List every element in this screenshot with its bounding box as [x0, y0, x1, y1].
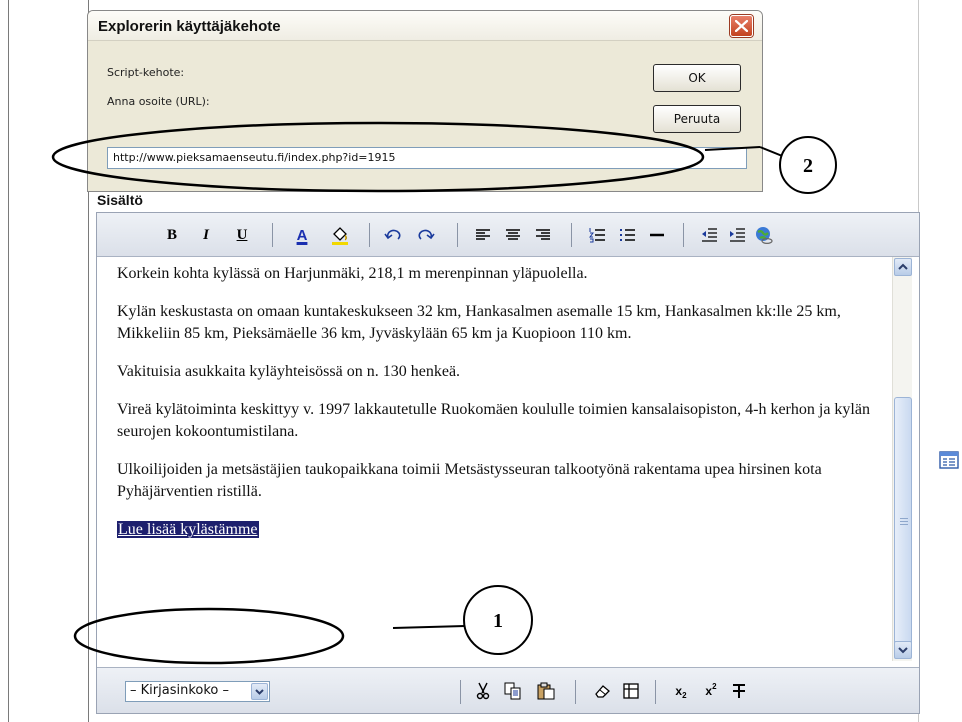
align-center-icon: [506, 229, 520, 240]
horizontal-rule-button[interactable]: [647, 225, 667, 245]
chevron-down-icon: [898, 647, 908, 654]
url-prompt-dialog: Explorerin käyttäjäkehote Script-kehote:…: [87, 10, 763, 192]
remove-format-button[interactable]: [593, 681, 613, 701]
subscript-button[interactable]: x2: [671, 681, 691, 701]
callout-2-label: 2: [803, 155, 813, 177]
redo-button[interactable]: [415, 225, 437, 245]
toolbar-separator: [655, 680, 656, 704]
superscript-button[interactable]: x2: [701, 681, 721, 701]
toolbar-separator: [457, 223, 458, 247]
toolbar-separator: [369, 223, 370, 247]
paragraph: Vireä kylätoiminta keskittyy v. 1997 lak…: [117, 401, 870, 440]
subscript-label: x: [675, 684, 683, 698]
insert-table-button[interactable]: [621, 681, 641, 701]
undo-icon: [384, 229, 401, 240]
indent-icon: [730, 228, 745, 242]
cut-button[interactable]: [473, 681, 493, 701]
underline-button[interactable]: U: [233, 225, 251, 245]
indent-button[interactable]: [727, 225, 747, 245]
subscript-index: 2: [682, 690, 687, 700]
toolbar-separator: [571, 223, 572, 247]
redo-icon: [418, 229, 435, 240]
scissors-icon: [476, 682, 490, 700]
formatting-toolbar: B I U A: [97, 213, 919, 257]
numbered-list-icon: [589, 228, 605, 243]
strikethrough-icon: [733, 684, 745, 698]
paragraph: Vakituisia asukkaita kyläyhteisössä on n…: [117, 363, 461, 380]
paint-bucket-icon: [332, 227, 348, 245]
font-size-select[interactable]: – Kirjasinkoko –: [125, 681, 270, 702]
paste-icon: [537, 682, 555, 700]
scroll-thumb[interactable]: [894, 397, 912, 647]
toolbar-separator: [575, 680, 576, 704]
dialog-titlebar[interactable]: Explorerin käyttäjäkehote: [88, 11, 762, 41]
insert-link-button[interactable]: [753, 225, 775, 245]
italic-button[interactable]: I: [197, 225, 215, 245]
scroll-up-button[interactable]: [894, 258, 912, 276]
bold-button[interactable]: B: [163, 225, 181, 245]
copy-icon: [504, 682, 521, 700]
bullet-list-button[interactable]: [617, 225, 637, 245]
paste-button[interactable]: [535, 681, 557, 701]
highlight-color-button[interactable]: [329, 225, 351, 245]
horizontal-rule-icon: [650, 233, 664, 237]
globe-link-icon: [756, 227, 773, 245]
dialog-title: Explorerin käyttäjäkehote: [98, 18, 281, 35]
undo-button[interactable]: [382, 225, 404, 245]
url-input[interactable]: http://www.pieksamaenseutu.fi/index.php?…: [107, 147, 747, 169]
align-right-icon: [536, 229, 550, 240]
align-left-icon: [476, 229, 490, 240]
rich-text-editor: B I U A Korkein kohta kylässä on Harjunm…: [96, 212, 920, 714]
eraser-icon: [595, 685, 610, 698]
ok-button[interactable]: OK: [653, 64, 741, 92]
outdent-button[interactable]: [699, 225, 719, 245]
cancel-button[interactable]: Peruuta: [653, 105, 741, 133]
url-prompt-label: Anna osoite (URL):: [107, 95, 210, 108]
selected-link[interactable]: Lue lisää kylästämme: [117, 521, 259, 538]
font-size-dropdown-button[interactable]: [251, 683, 268, 700]
copy-button[interactable]: [503, 681, 523, 701]
paragraph: Korkein kohta kylässä on Harjunmäki, 218…: [117, 265, 588, 282]
numbered-list-button[interactable]: [587, 225, 607, 245]
script-prompt-label: Script-kehote:: [107, 66, 185, 79]
superscript-label: x: [705, 684, 713, 698]
properties-icon[interactable]: [939, 451, 959, 469]
align-left-button[interactable]: [473, 225, 493, 245]
outdent-icon: [702, 228, 717, 242]
align-center-button[interactable]: [503, 225, 523, 245]
document-body[interactable]: Korkein kohta kylässä on Harjunmäki, 218…: [117, 263, 887, 557]
bullet-list-icon: [620, 229, 635, 241]
paragraph: Ulkoilijoiden ja metsästäjien taukopaikk…: [117, 461, 822, 500]
align-right-button[interactable]: [533, 225, 553, 245]
close-icon: [735, 20, 748, 32]
strikethrough-button[interactable]: [729, 681, 749, 701]
content-section-label: Sisältö: [97, 192, 143, 208]
toolbar-separator: [460, 680, 461, 704]
chevron-up-icon: [898, 263, 908, 270]
editor-content-area[interactable]: Korkein kohta kylässä on Harjunmäki, 218…: [105, 257, 909, 661]
callout-2-circle: [779, 136, 837, 194]
toolbar-separator: [272, 223, 273, 247]
link-paragraph: Lue lisää kylästämme: [117, 519, 887, 541]
table-icon: [623, 683, 639, 699]
font-color-button[interactable]: A: [291, 225, 313, 245]
toolbar-separator: [683, 223, 684, 247]
font-size-select-value: – Kirjasinkoko –: [130, 683, 229, 698]
close-button[interactable]: [730, 15, 753, 37]
chevron-down-icon: [255, 689, 264, 695]
page-frame-left: [8, 0, 9, 722]
scroll-down-button[interactable]: [894, 641, 912, 659]
bottom-toolbar: – Kirjasinkoko – x2 x2: [97, 667, 919, 713]
paragraph: Kylän keskustasta on omaan kuntakeskukse…: [117, 303, 841, 342]
editor-scrollbar[interactable]: [892, 257, 912, 661]
superscript-index: 2: [712, 681, 717, 691]
